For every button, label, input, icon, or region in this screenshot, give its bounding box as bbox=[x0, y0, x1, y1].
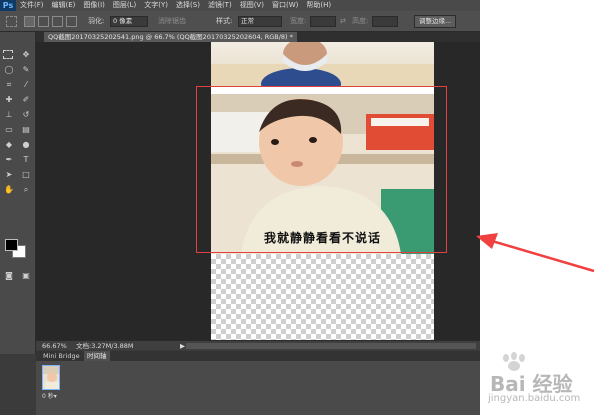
document-info: 文档:3.27M/3.88M bbox=[76, 342, 134, 350]
document-tab[interactable]: QQ截图20170325202541.png @ 66.7% (QQ截图2017… bbox=[44, 32, 297, 42]
quick-select-icon[interactable]: ✎ bbox=[20, 64, 32, 75]
menu-layer[interactable]: 图层(L) bbox=[109, 0, 140, 11]
eraser-tool-icon[interactable]: ▭ bbox=[3, 124, 15, 135]
add-selection-icon[interactable] bbox=[38, 16, 49, 27]
watermark-url: jingyan.baidu.com bbox=[488, 393, 581, 404]
hand-tool-icon[interactable]: ✋ bbox=[3, 184, 15, 195]
canvas-area[interactable]: 我就静静看看不说话 bbox=[36, 42, 480, 340]
menu-type[interactable]: 文字(Y) bbox=[140, 0, 172, 11]
feather-label: 羽化: bbox=[88, 17, 105, 25]
antialias-checkbox[interactable]: 消除锯齿 bbox=[158, 16, 186, 27]
tab-timeline[interactable]: 时间轴 bbox=[84, 351, 110, 361]
menu-help[interactable]: 帮助(H) bbox=[302, 0, 335, 11]
style-label: 样式: bbox=[216, 17, 233, 25]
pen-tool-icon[interactable]: ✒ bbox=[3, 154, 15, 165]
frame-delay[interactable]: 0 秒▾ bbox=[42, 391, 57, 400]
status-bar: 66.67% 文档:3.27M/3.88M ▶ bbox=[36, 340, 480, 350]
screen-mode-icon[interactable]: ▣ bbox=[20, 270, 32, 281]
eyedropper-icon[interactable]: ⁄ bbox=[20, 79, 32, 90]
foreground-color-swatch[interactable] bbox=[5, 239, 18, 251]
crop-tool-icon[interactable]: ⌗ bbox=[3, 79, 15, 90]
options-bar: 羽化: 0 像素 消除锯齿 样式: 正常 宽度: ⇄ 高度: 调整边缘... bbox=[0, 11, 480, 32]
history-brush-icon[interactable]: ↺ bbox=[20, 109, 32, 120]
width-input[interactable] bbox=[310, 16, 336, 27]
menu-filter[interactable]: 滤镜(T) bbox=[204, 0, 236, 11]
zoom-level[interactable]: 66.67% bbox=[42, 341, 67, 351]
height-input[interactable] bbox=[372, 16, 398, 27]
bottom-panel-tabs: Mini Bridge 时间轴 bbox=[36, 351, 480, 361]
transparent-area bbox=[211, 254, 434, 340]
dodge-tool-icon[interactable]: ● bbox=[20, 139, 32, 150]
blur-tool-icon[interactable]: ◆ bbox=[3, 139, 15, 150]
height-label: 高度: bbox=[352, 17, 369, 25]
menu-file[interactable]: 文件(F) bbox=[16, 0, 48, 11]
path-select-icon[interactable]: ➤ bbox=[3, 169, 15, 180]
tab-mini-bridge[interactable]: Mini Bridge bbox=[40, 351, 83, 361]
menu-edit[interactable]: 编辑(E) bbox=[48, 0, 80, 11]
menu-select[interactable]: 选择(S) bbox=[172, 0, 204, 11]
timeline-frame[interactable] bbox=[42, 365, 60, 390]
status-menu-icon[interactable]: ▶ bbox=[180, 341, 185, 351]
red-arrow-icon bbox=[476, 233, 595, 273]
swap-icon[interactable]: ⇄ bbox=[340, 16, 346, 27]
upper-photo bbox=[211, 42, 434, 87]
width-label: 宽度: bbox=[290, 17, 307, 25]
subtract-selection-icon[interactable] bbox=[52, 16, 63, 27]
brush-tool-icon[interactable]: ✐ bbox=[20, 94, 32, 105]
menu-window[interactable]: 窗口(W) bbox=[268, 0, 302, 11]
menu-view[interactable]: 视图(V) bbox=[236, 0, 268, 11]
rect-marquee-icon[interactable] bbox=[6, 16, 17, 27]
style-select[interactable]: 正常 bbox=[238, 16, 282, 27]
gradient-tool-icon[interactable]: ▤ bbox=[20, 124, 32, 135]
lasso-tool-icon[interactable]: ◯ bbox=[3, 64, 15, 75]
new-selection-icon[interactable] bbox=[24, 16, 35, 27]
refine-edge-button[interactable]: 调整边缘... bbox=[414, 15, 457, 28]
ps-logo: Ps bbox=[0, 0, 16, 11]
quick-mask-icon[interactable]: ◙ bbox=[3, 270, 15, 281]
type-tool-icon[interactable]: T bbox=[20, 154, 32, 165]
timeline-panel: 0 秒▾ bbox=[36, 361, 480, 415]
clone-stamp-icon[interactable]: ⊥ bbox=[3, 109, 15, 120]
document-tab-bar: QQ截图20170325202541.png @ 66.7% (QQ截图2017… bbox=[36, 32, 480, 42]
zoom-tool-icon[interactable]: ⌕ bbox=[20, 184, 32, 195]
marquee-tool-icon[interactable] bbox=[3, 50, 13, 59]
intersect-selection-icon[interactable] bbox=[66, 16, 77, 27]
tools-panel: ✥ ◯ ✎ ⌗ ⁄ ✚ ✐ ⊥ ↺ ▭ ▤ ◆ ● ✒ T ➤ □ ✋ ⌕ ◙ … bbox=[0, 32, 36, 354]
selection-marquee bbox=[196, 86, 447, 253]
menu-bar: Ps 文件(F) 编辑(E) 图像(I) 图层(L) 文字(Y) 选择(S) 滤… bbox=[0, 0, 480, 11]
shape-tool-icon[interactable]: □ bbox=[20, 169, 32, 180]
horizontal-scrollbar[interactable] bbox=[186, 343, 476, 349]
menu-image[interactable]: 图像(I) bbox=[79, 0, 109, 11]
move-tool-icon[interactable]: ✥ bbox=[20, 49, 32, 60]
healing-brush-icon[interactable]: ✚ bbox=[3, 94, 15, 105]
photoshop-window: Ps 文件(F) 编辑(E) 图像(I) 图层(L) 文字(Y) 选择(S) 滤… bbox=[0, 0, 480, 415]
feather-input[interactable]: 0 像素 bbox=[110, 16, 148, 27]
